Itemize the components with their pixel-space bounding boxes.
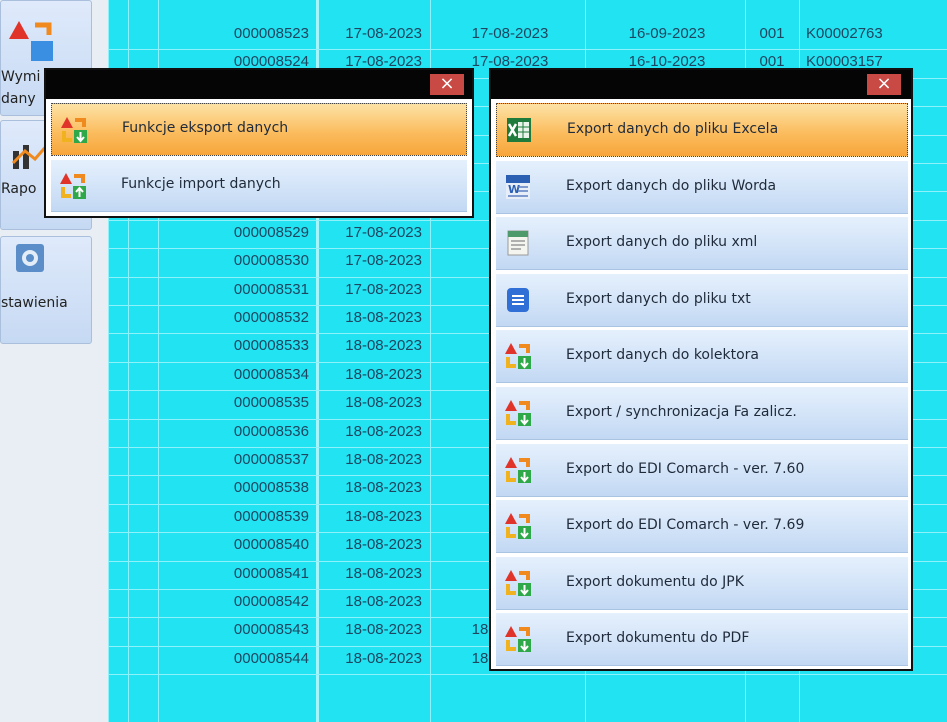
table-cell: 17-08-2023 bbox=[345, 25, 422, 42]
table-cell: 000008531 bbox=[233, 280, 309, 298]
table-cell: K00002763 bbox=[806, 25, 883, 42]
table-cell: 17-08-2023 bbox=[345, 223, 422, 241]
table-cell: 17-08-2023 bbox=[345, 280, 422, 298]
menu-item-label: Export do EDI Comarch - ver. 7.69 bbox=[566, 517, 805, 534]
menu-item[interactable]: Export danych do pliku xml bbox=[496, 216, 908, 271]
menu-item-label: Export danych do pliku txt bbox=[566, 290, 751, 307]
menu-item-label: Funkcje import danych bbox=[121, 176, 281, 192]
menu-item[interactable]: Export / synchronizacja Fa zalicz. bbox=[496, 386, 908, 440]
table-cell: 18-08-2023 bbox=[345, 394, 422, 412]
export-arrows-icon bbox=[505, 456, 531, 483]
menu-item-label: Export danych do pliku Excela bbox=[567, 121, 779, 137]
table-cell: 000008532 bbox=[233, 309, 309, 326]
table-cell: 000008543 bbox=[233, 621, 309, 639]
import-arrows-icon bbox=[60, 172, 86, 199]
export-arrows-icon bbox=[505, 343, 531, 370]
table-cell: 18-08-2023 bbox=[345, 337, 422, 355]
table-cell: 000008540 bbox=[233, 536, 309, 554]
menu-item[interactable]: Export danych do pliku Excela bbox=[496, 103, 908, 157]
export-arrows-icon bbox=[505, 513, 531, 540]
export-arrows-icon bbox=[505, 626, 531, 653]
table-cell: 001 bbox=[759, 25, 785, 42]
menu-item[interactable]: W Export danych do pliku Worda bbox=[496, 159, 908, 214]
svg-text:W: W bbox=[508, 183, 520, 196]
xml-file-icon bbox=[507, 230, 529, 256]
export-import-popup: × Funkcje eksport danych Funkcje import d… bbox=[44, 68, 474, 218]
table-cell: 000008544 bbox=[233, 649, 309, 667]
menu-item-label: Funkcje eksport danych bbox=[122, 120, 289, 136]
table-cell: 000008536 bbox=[233, 422, 309, 440]
table-cell: 17-08-2023 bbox=[345, 252, 422, 270]
exchange-icon bbox=[9, 21, 53, 61]
export-arrows-icon bbox=[505, 569, 531, 596]
menu-item-label: Export dokumentu do PDF bbox=[566, 630, 750, 647]
menu-item-label: Export danych do pliku xml bbox=[566, 234, 758, 251]
table-cell: 17-08-2023 bbox=[471, 25, 549, 42]
table-cell: 000008534 bbox=[233, 365, 309, 383]
table-row[interactable]: 000008523 17-08-2023 17-08-2023 16-09-2023 0… bbox=[108, 21, 947, 51]
table-cell: 18-08-2023 bbox=[345, 536, 422, 554]
popup-titlebar: × bbox=[46, 70, 472, 99]
menu-item-label: Export danych do pliku Worda bbox=[566, 177, 777, 194]
sidebar-item-label: Rapo bbox=[1, 181, 37, 197]
settings-icon bbox=[16, 244, 44, 272]
table-cell: 16-09-2023 bbox=[628, 25, 706, 42]
close-button[interactable]: × bbox=[867, 74, 901, 95]
table-cell: 000008538 bbox=[233, 479, 309, 497]
sidebar-item-label: dany bbox=[1, 91, 36, 107]
table-cell: 18-08-2023 bbox=[345, 365, 422, 383]
table-cell: 000008533 bbox=[233, 337, 309, 355]
table-cell: 000008541 bbox=[233, 564, 309, 582]
export-arrows-icon bbox=[61, 116, 87, 143]
menu-item-label: Export danych do kolektora bbox=[566, 347, 759, 364]
table-cell: 000008542 bbox=[233, 593, 309, 610]
menu-item[interactable]: Export dokumentu do PDF bbox=[496, 612, 908, 667]
table-cell: 000008523 bbox=[233, 25, 309, 42]
menu-item[interactable]: Export danych do pliku txt bbox=[496, 272, 908, 327]
table-cell: 000008530 bbox=[233, 252, 309, 270]
word-file-icon: W bbox=[506, 174, 530, 199]
menu-item[interactable]: Export danych do kolektora bbox=[496, 329, 908, 384]
table-cell: 18-08-2023 bbox=[345, 593, 422, 610]
txt-file-icon bbox=[507, 287, 529, 312]
menu-item[interactable]: Export do EDI Comarch - ver. 7.60 bbox=[496, 442, 908, 497]
menu-item[interactable]: Funkcje eksport danych bbox=[51, 103, 467, 156]
sidebar-item-ustawienia[interactable]: stawienia bbox=[0, 236, 92, 344]
popup-titlebar: × bbox=[491, 70, 911, 99]
menu-item[interactable]: Export dokumentu do JPK bbox=[496, 555, 908, 610]
menu-item[interactable]: Export do EDI Comarch - ver. 7.69 bbox=[496, 499, 908, 554]
export-options-popup: × Export danych do pliku Excela W Export d… bbox=[489, 68, 913, 671]
table-cell: 18-08-2023 bbox=[345, 309, 422, 326]
sidebar-item-label: stawienia bbox=[1, 295, 68, 311]
menu-item[interactable]: Funkcje import danych bbox=[51, 159, 467, 212]
sidebar-item-label: Wymi bbox=[1, 69, 41, 85]
table-cell: 000008535 bbox=[233, 394, 309, 412]
table-cell: 18-08-2023 bbox=[345, 422, 422, 440]
excel-file-icon bbox=[507, 118, 531, 142]
table-cell: 000008529 bbox=[233, 223, 309, 241]
export-arrows-icon bbox=[505, 400, 531, 426]
table-cell: 18-08-2023 bbox=[345, 451, 422, 468]
table-cell: 18-08-2023 bbox=[345, 507, 422, 525]
table-cell: 000008537 bbox=[233, 451, 309, 468]
menu-item-label: Export do EDI Comarch - ver. 7.60 bbox=[566, 460, 805, 477]
table-cell: 18-08-2023 bbox=[345, 479, 422, 497]
table-cell: 18-08-2023 bbox=[345, 649, 422, 667]
menu-item-label: Export dokumentu do JPK bbox=[566, 573, 744, 590]
table-cell: 000008539 bbox=[233, 507, 309, 525]
table-cell: 18-08-2023 bbox=[345, 564, 422, 582]
menu-item-label: Export / synchronizacja Fa zalicz. bbox=[566, 404, 797, 420]
table-cell: 18-08-2023 bbox=[345, 621, 422, 639]
close-button[interactable]: × bbox=[430, 74, 464, 95]
